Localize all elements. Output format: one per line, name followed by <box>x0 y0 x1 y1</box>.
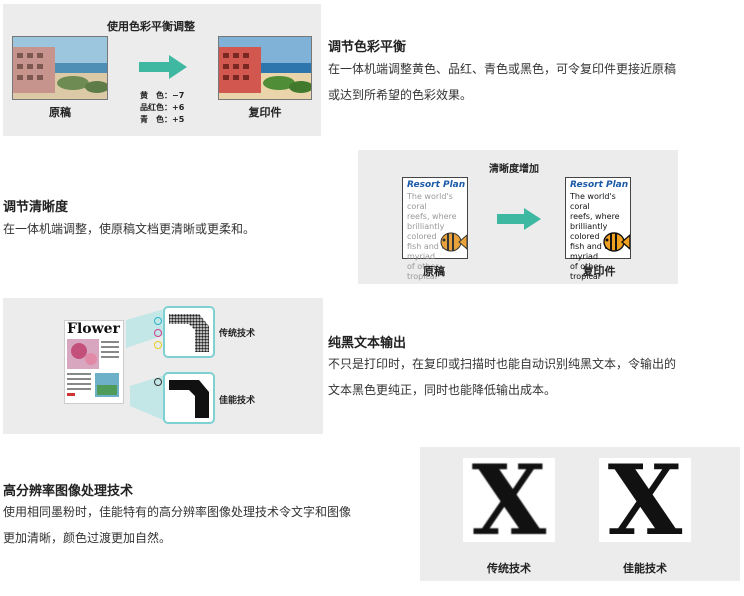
sharpness-desc: 在一体机端调整，使原稿文档更清晰或更柔和。 <box>3 222 256 236</box>
flower-title: Flower <box>67 321 120 337</box>
doc-line: reefs, where <box>570 212 620 221</box>
color-balance-heading: 调节色彩平衡 <box>328 40 407 55</box>
arrow-icon <box>139 55 187 79</box>
doc-line: The world's coral <box>407 192 453 211</box>
original-document: Resort Plan The world's coral reefs, whe… <box>402 177 468 281</box>
flower-document: Flower <box>64 320 124 404</box>
traditional-label-s3: 传统技术 <box>219 329 256 339</box>
high-res-heading: 高分辨率图像处理技术 <box>3 484 134 499</box>
cmyk-dot-yellow <box>154 341 162 349</box>
cmyk-dot-cyan <box>154 317 162 325</box>
original-label: 原稿 <box>49 106 71 119</box>
fish-icon <box>440 232 467 252</box>
color-balance-desc-line2: 或达到所希望的色彩效果。 <box>328 88 473 102</box>
high-res-desc-line2: 更加清晰，颜色过渡更加自然。 <box>3 531 172 545</box>
copy-doc-title: Resort Plan <box>570 180 629 190</box>
adjust-magenta: 品红色：+6 <box>140 103 185 112</box>
canon-label-s4: 佳能技术 <box>623 562 667 575</box>
traditional-sample <box>163 306 215 358</box>
black-text-desc-line2: 文本黑色更纯正，同时也能降低输出成本。 <box>328 383 557 397</box>
sharpness-heading: 调节清晰度 <box>3 200 69 215</box>
black-text-heading: 纯黑文本输出 <box>328 336 407 351</box>
doc-line: reefs, where <box>407 212 457 221</box>
copy-photo <box>218 36 312 100</box>
cmyk-dot-magenta <box>154 329 162 337</box>
doc-line: The world's coral <box>570 192 616 211</box>
arrow-icon <box>497 208 541 230</box>
sharpness-original-label: 原稿 <box>423 265 445 278</box>
canon-x-box: X <box>599 458 691 542</box>
copy-document: Resort Plan The world's coral reefs, whe… <box>565 177 631 281</box>
traditional-label-s4: 传统技术 <box>487 562 531 575</box>
adjust-yellow: 黄 色：−7 <box>140 91 185 100</box>
original-doc-title: Resort Plan <box>407 180 466 190</box>
sharpness-copy-label: 复印件 <box>582 265 616 278</box>
canon-x: X <box>607 458 683 542</box>
traditional-x: X <box>471 458 547 542</box>
high-res-desc: 使用相同墨粉时，佳能特有的高分辨率图像处理技术令文字和图像 更加清晰，颜色过渡更… <box>3 499 415 551</box>
adjust-values: 黄 色：−7 品红色：+6 青 色：+5 <box>140 90 184 126</box>
sharpness-panel-title: 清晰度增加 <box>489 164 539 175</box>
color-balance-desc-line1: 在一体机端调整黄色、品红、青色或黑色，可令复印件更接近原稿 <box>328 62 677 76</box>
color-balance-desc: 在一体机端调整黄色、品红、青色或黑色，可令复印件更接近原稿 或达到所希望的色彩效… <box>328 56 740 108</box>
color-balance-panel-title: 使用色彩平衡调整 <box>107 20 195 33</box>
high-res-desc-line1: 使用相同墨粉时，佳能特有的高分辨率图像处理技术令文字和图像 <box>3 505 352 519</box>
flower-image <box>67 339 119 397</box>
copy-label: 复印件 <box>248 106 282 119</box>
adjust-cyan: 青 色：+5 <box>140 115 185 124</box>
black-text-desc-line1: 不只是打印时，在复印或扫描时也能自动识别纯黑文本，令输出的 <box>328 357 677 371</box>
canon-sample <box>163 372 215 424</box>
black-text-desc: 不只是打印时，在复印或扫描时也能自动识别纯黑文本，令输出的 文本黑色更纯正，同时… <box>328 351 740 403</box>
canon-label-s3: 佳能技术 <box>219 396 256 406</box>
fish-icon <box>603 232 630 252</box>
traditional-x-box: X <box>463 458 555 542</box>
black-dot <box>154 378 162 386</box>
original-photo <box>12 36 108 100</box>
